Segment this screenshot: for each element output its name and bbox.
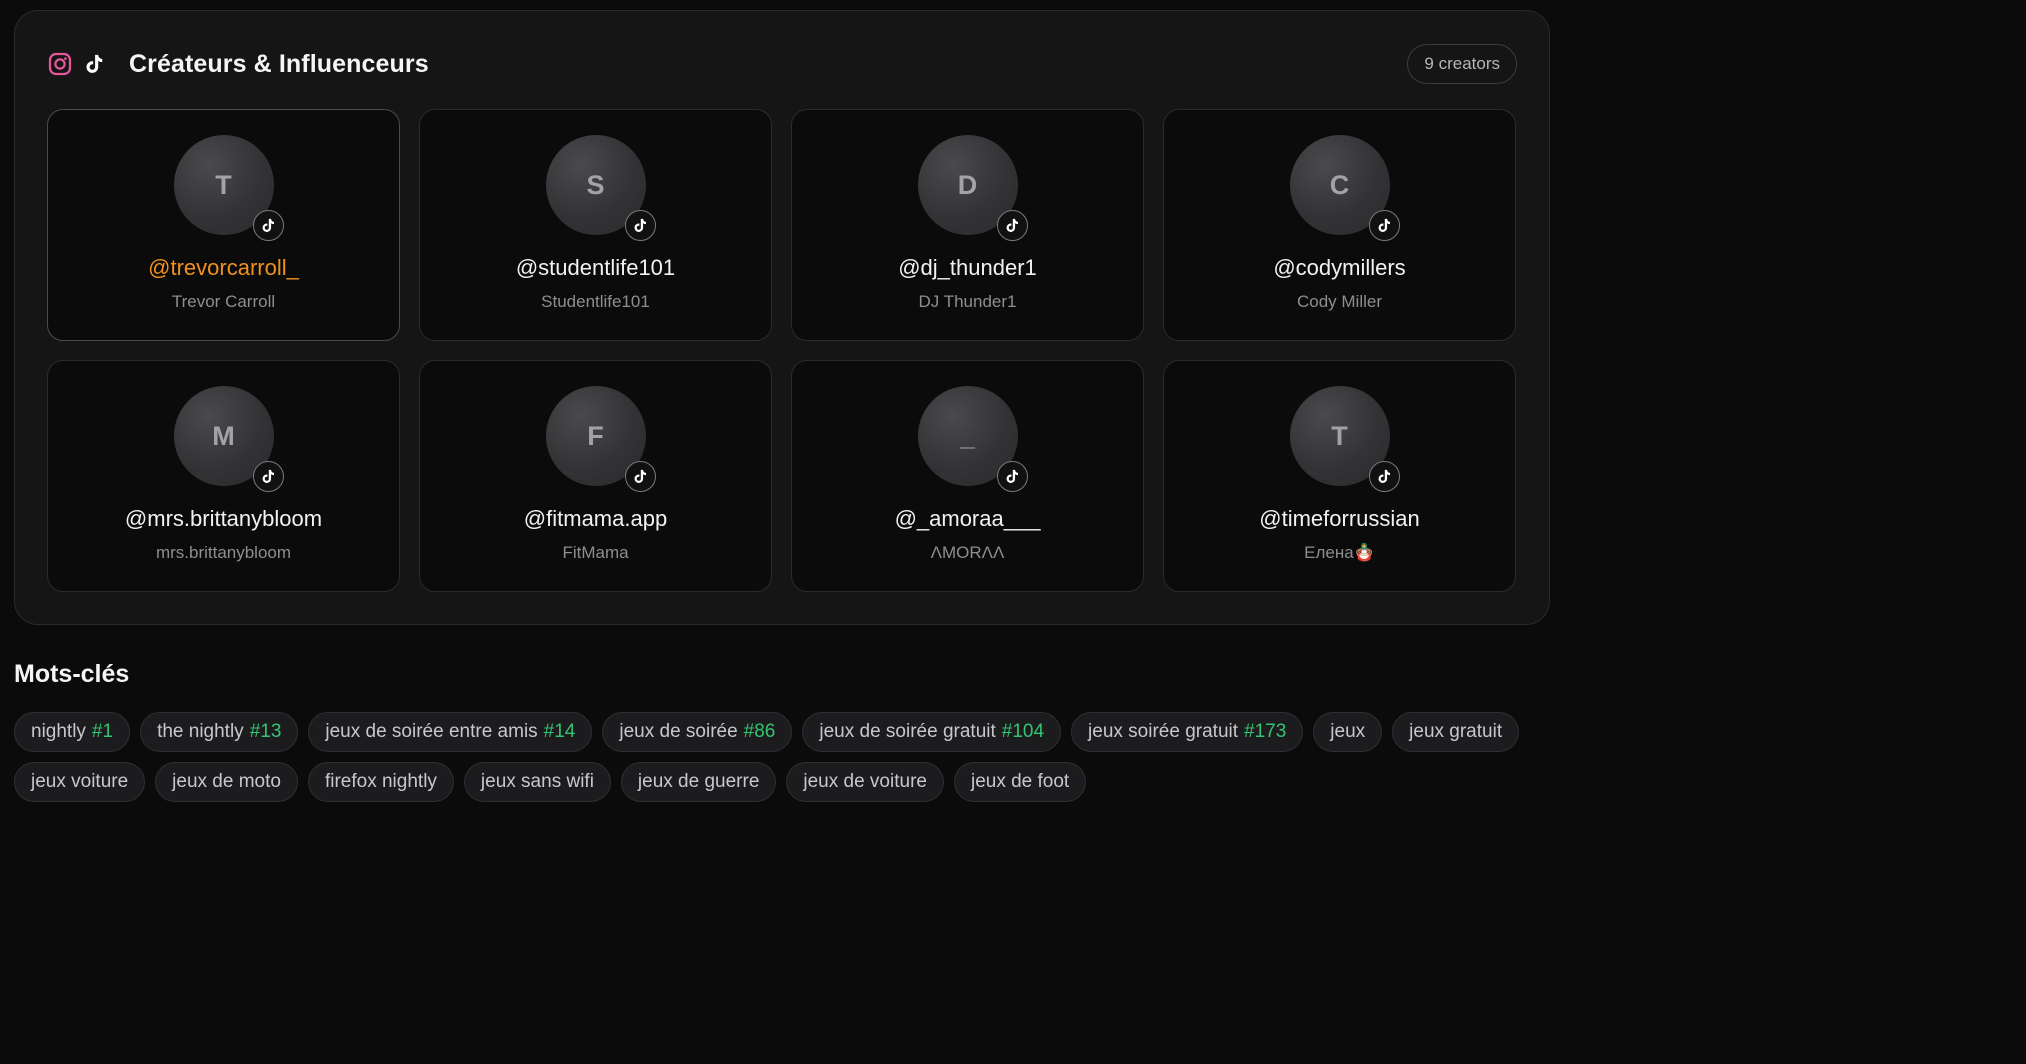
keyword-text: jeux de soirée entre amis	[325, 721, 538, 742]
creator-card[interactable]: M @mrs.brittanybloom mrs.brittanybloom	[47, 360, 400, 592]
keyword-rank: #1	[91, 721, 114, 742]
avatar: M	[173, 386, 284, 492]
creator-card[interactable]: T @trevorcarroll_ Trevor Carroll	[47, 109, 400, 341]
creator-display-name: Studentlife101	[541, 292, 650, 311]
creators-grid: T @trevorcarroll_ Trevor Carroll S @studentl…	[47, 109, 1516, 592]
creators-panel: Créateurs & Influenceurs 9 creators T @tr…	[14, 10, 1550, 625]
tiktok-icon	[624, 461, 656, 492]
creator-display-name: FitMama	[562, 543, 629, 562]
keyword-text: jeux gratuit	[1409, 721, 1503, 742]
avatar: T	[1289, 386, 1400, 492]
creator-handle[interactable]: @_amoraa___	[792, 506, 1143, 532]
keyword-chip[interactable]: jeux soirée gratuit #173	[1071, 712, 1304, 752]
tiktok-icon	[624, 210, 656, 241]
creators-count-badge: 9 creators	[1407, 44, 1517, 84]
keyword-rank: #13	[249, 721, 282, 742]
keyword-text: jeux	[1330, 721, 1366, 742]
creator-card[interactable]: _ @_amoraa___ ΛMORΛΛ	[791, 360, 1144, 592]
keyword-chip[interactable]: jeux gratuit	[1392, 712, 1520, 752]
keyword-rank: #173	[1244, 721, 1287, 742]
keyword-rank: #104	[1001, 721, 1045, 742]
keyword-chip[interactable]: jeux de guerre	[620, 762, 777, 802]
creator-display-name: DJ Thunder1	[918, 292, 1017, 311]
keyword-text: nightly	[31, 721, 86, 742]
tiktok-icon	[81, 51, 107, 77]
keyword-text: jeux sans wifi	[480, 771, 594, 792]
avatar: F	[545, 386, 656, 492]
avatar: T	[173, 135, 284, 241]
creator-handle[interactable]: @fitmama.app	[420, 506, 771, 532]
keyword-text: jeux de soirée gratuit	[819, 721, 996, 742]
avatar-initial: D	[957, 169, 978, 200]
keywords-list: nightly #1 the nightly #13 jeux de soirée en…	[14, 712, 1554, 802]
avatar-initial: C	[1329, 169, 1350, 200]
creator-handle[interactable]: @codymillers	[1164, 255, 1515, 281]
keyword-chip[interactable]: jeux	[1313, 712, 1383, 752]
creator-handle[interactable]: @timeforrussian	[1164, 506, 1515, 532]
avatar-initial: S	[586, 169, 605, 200]
instagram-icon	[47, 51, 73, 77]
keyword-text: jeux de moto	[172, 771, 281, 792]
creator-card[interactable]: D @dj_thunder1 DJ Thunder1	[791, 109, 1144, 341]
creator-card[interactable]: C @codymillers Cody Miller	[1163, 109, 1516, 341]
avatar-initial: T	[215, 169, 232, 200]
keyword-chip[interactable]: jeux sans wifi	[463, 762, 611, 802]
creator-handle[interactable]: @studentlife101	[420, 255, 771, 281]
avatar-initial: M	[212, 420, 235, 451]
avatar-initial: T	[1331, 420, 1348, 451]
tiktok-icon	[996, 210, 1028, 241]
keyword-text: jeux de guerre	[637, 771, 760, 792]
keyword-chip[interactable]: jeux de soirée gratuit #104	[802, 712, 1062, 752]
avatar-initial: F	[587, 420, 604, 451]
tiktok-icon	[1368, 210, 1400, 241]
tiktok-icon	[252, 461, 284, 492]
keyword-chip[interactable]: jeux de moto	[155, 762, 298, 802]
avatar: D	[917, 135, 1028, 241]
keyword-rank: #86	[743, 721, 776, 742]
keyword-text: the nightly	[157, 721, 244, 742]
creator-display-name: mrs.brittanybloom	[155, 543, 292, 562]
creator-card[interactable]: T @timeforrussian Елена🪆	[1163, 360, 1516, 592]
creator-display-name: Cody Miller	[1296, 292, 1383, 311]
keyword-text: jeux de voiture	[803, 771, 927, 792]
creators-header: Créateurs & Influenceurs 9 creators	[47, 43, 1517, 85]
tiktok-icon	[252, 210, 284, 241]
keyword-text: jeux de soirée	[619, 721, 738, 742]
keyword-text: firefox nightly	[324, 771, 437, 792]
creator-card[interactable]: F @fitmama.app FitMama	[419, 360, 772, 592]
keyword-text: jeux voiture	[31, 771, 129, 792]
keyword-chip[interactable]: jeux de voiture	[786, 762, 944, 802]
keyword-chip[interactable]: jeux de soirée entre amis #14	[308, 712, 593, 752]
creator-card[interactable]: S @studentlife101 Studentlife101	[419, 109, 772, 341]
keyword-chip[interactable]: jeux voiture	[14, 762, 146, 802]
creator-handle[interactable]: @dj_thunder1	[792, 255, 1143, 281]
creator-handle[interactable]: @mrs.brittanybloom	[48, 506, 399, 532]
creator-display-name: Trevor Carroll	[171, 292, 276, 311]
creator-display-name: ΛMORΛΛ	[930, 543, 1005, 562]
keyword-text: jeux de foot	[970, 771, 1070, 792]
tiktok-icon	[1368, 461, 1400, 492]
keyword-rank: #14	[543, 721, 576, 742]
keyword-chip[interactable]: firefox nightly	[307, 762, 454, 802]
keyword-text: jeux soirée gratuit	[1088, 721, 1239, 742]
keyword-chip[interactable]: jeux de foot	[953, 762, 1087, 802]
tiktok-icon	[996, 461, 1028, 492]
creator-handle[interactable]: @trevorcarroll_	[48, 255, 399, 281]
creator-display-name: Елена🪆	[1304, 543, 1375, 562]
creators-title: Créateurs & Influenceurs	[129, 49, 429, 78]
avatar: _	[917, 386, 1028, 492]
keyword-chip[interactable]: nightly #1	[14, 712, 131, 752]
keyword-chip[interactable]: the nightly #13	[140, 712, 299, 752]
keywords-title: Mots-clés	[14, 660, 130, 688]
avatar: S	[545, 135, 656, 241]
keyword-chip[interactable]: jeux de soirée #86	[602, 712, 793, 752]
avatar-initial: _	[959, 420, 976, 451]
avatar: C	[1289, 135, 1400, 241]
